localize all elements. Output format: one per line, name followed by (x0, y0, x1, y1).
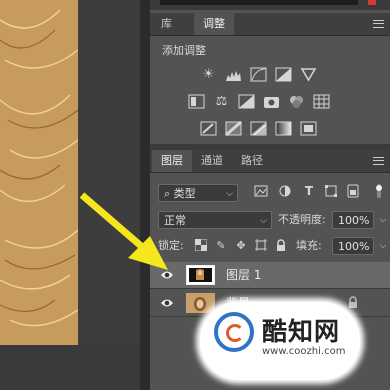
watermark-logo-icon (214, 312, 254, 352)
watermark-title: 酷知网 (262, 317, 341, 346)
watermark: 酷知网 www.coozhi.com (200, 302, 360, 380)
watermark-url: www.coozhi.com (262, 346, 346, 357)
